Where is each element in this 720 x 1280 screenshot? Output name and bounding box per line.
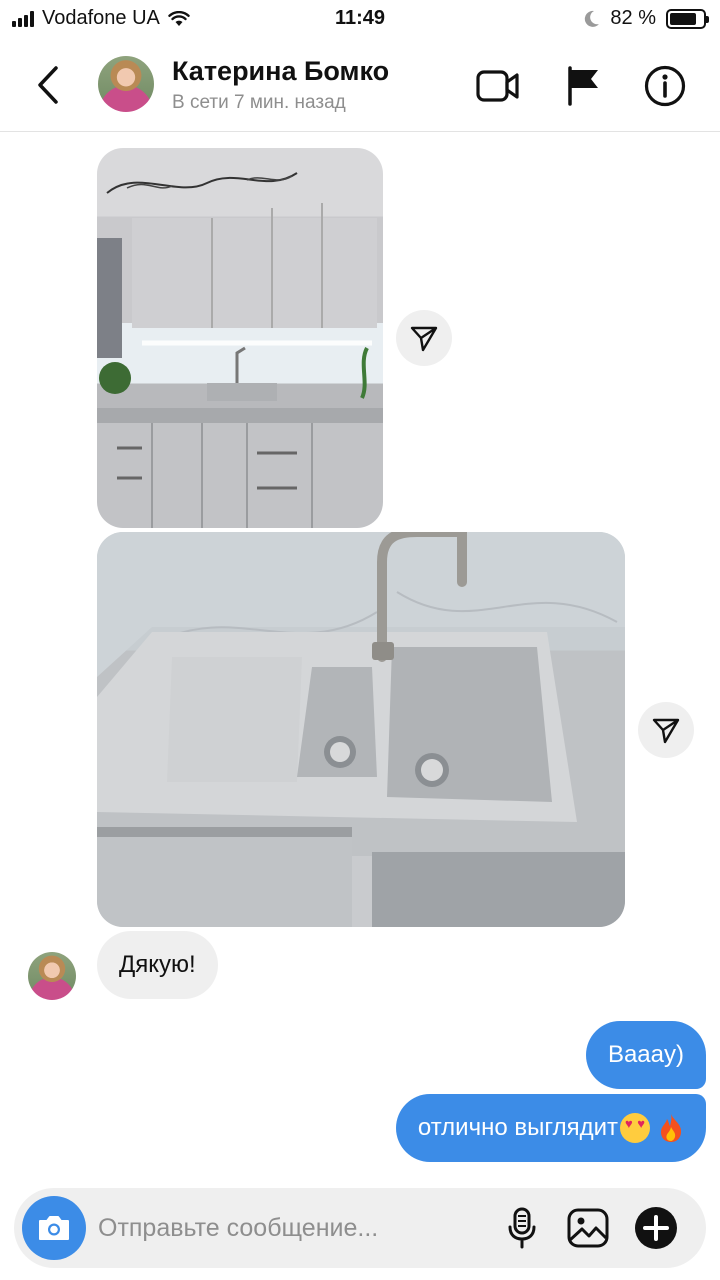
kitchen-illustration <box>97 172 383 528</box>
message-text: Дякую! <box>119 951 196 978</box>
message-composer <box>14 1188 706 1268</box>
battery-percent: 82 % <box>610 7 656 29</box>
camera-icon <box>39 1216 69 1240</box>
info-icon <box>644 65 686 107</box>
incoming-message[interactable]: Дякую! <box>97 931 218 999</box>
flag-icon <box>568 66 598 106</box>
video-call-icon <box>476 70 519 102</box>
kitchen-photo[interactable] <box>97 148 383 528</box>
sink-illustration <box>97 532 625 927</box>
send-icon <box>652 718 680 744</box>
sender-avatar[interactable] <box>28 952 76 1000</box>
voice-message-button[interactable] <box>498 1204 546 1252</box>
back-icon <box>38 66 58 104</box>
outgoing-message[interactable]: отлично выглядит <box>395 1094 706 1162</box>
message-input[interactable] <box>98 1206 488 1250</box>
contact-status: В сети 7 мин. назад <box>172 92 346 113</box>
send-icon <box>410 326 438 352</box>
info-button[interactable] <box>643 64 687 108</box>
gallery-button[interactable] <box>564 1204 612 1252</box>
more-actions-button[interactable] <box>632 1204 680 1252</box>
moon-icon <box>585 10 600 27</box>
share-photo-button[interactable] <box>396 310 452 366</box>
heart-eyes-emoji <box>620 1113 650 1143</box>
camera-button[interactable] <box>22 1196 86 1260</box>
back-button[interactable] <box>30 62 66 108</box>
chat-header: Катерина Бомко В сети 7 мин. назад <box>0 40 720 132</box>
contact-name[interactable]: Катерина Бомко <box>172 56 389 87</box>
video-call-button[interactable] <box>476 64 520 108</box>
outgoing-message[interactable]: Вaaay) <box>585 1021 706 1089</box>
status-right: 82 % <box>584 7 709 30</box>
status-bar: Vodafone UA 11:49 82 % <box>0 0 720 40</box>
sink-photo[interactable] <box>97 532 625 927</box>
message-text: отлично выглядит <box>417 1114 618 1141</box>
battery-icon <box>666 8 709 29</box>
gallery-icon <box>567 1208 609 1248</box>
microphone-icon <box>508 1207 536 1249</box>
share-photo-button[interactable] <box>638 702 694 758</box>
message-text: Вaaay) <box>607 1041 684 1068</box>
fire-emoji <box>661 1114 682 1142</box>
contact-avatar[interactable] <box>98 56 154 112</box>
report-button[interactable] <box>562 64 606 108</box>
plus-icon <box>635 1207 677 1249</box>
battery-level <box>670 12 697 25</box>
